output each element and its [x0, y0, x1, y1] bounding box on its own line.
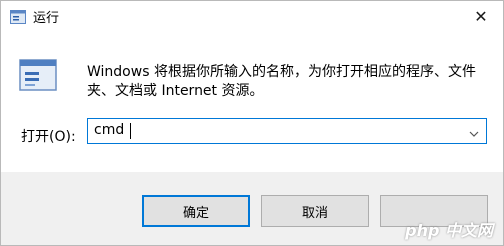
- watermark: php 中文网: [405, 221, 493, 240]
- chevron-down-icon: [469, 122, 479, 141]
- description-line-1: Windows 将根据你所输入的名称，为你打开相应的程序、文件: [87, 64, 476, 80]
- dropdown-button[interactable]: [464, 119, 484, 143]
- button-bar: 确定 取消 php 中文网: [1, 172, 503, 245]
- description-text: Windows 将根据你所输入的名称，为你打开相应的程序、文件 夹、文档或 In…: [87, 63, 487, 101]
- cancel-button[interactable]: 取消: [261, 195, 369, 227]
- description-line-2: 夹、文档或 Internet 资源。: [87, 83, 264, 99]
- text-caret: [130, 123, 131, 139]
- ok-button[interactable]: 确定: [142, 195, 250, 227]
- run-icon: [10, 9, 26, 24]
- close-button[interactable]: ✕: [459, 1, 503, 31]
- run-program-icon: [19, 59, 57, 91]
- open-combobox[interactable]: cmd: [87, 118, 487, 144]
- open-label: 打开(O):: [21, 129, 76, 145]
- run-dialog: 运行 ✕ Windows 将根据你所输入的名称，为你打开相应的程序、文件 夹、文…: [0, 0, 504, 246]
- close-icon: ✕: [474, 6, 488, 26]
- open-input[interactable]: cmd: [94, 122, 124, 138]
- title-bar: 运行 ✕: [1, 1, 503, 31]
- window-title: 运行: [33, 11, 60, 26]
